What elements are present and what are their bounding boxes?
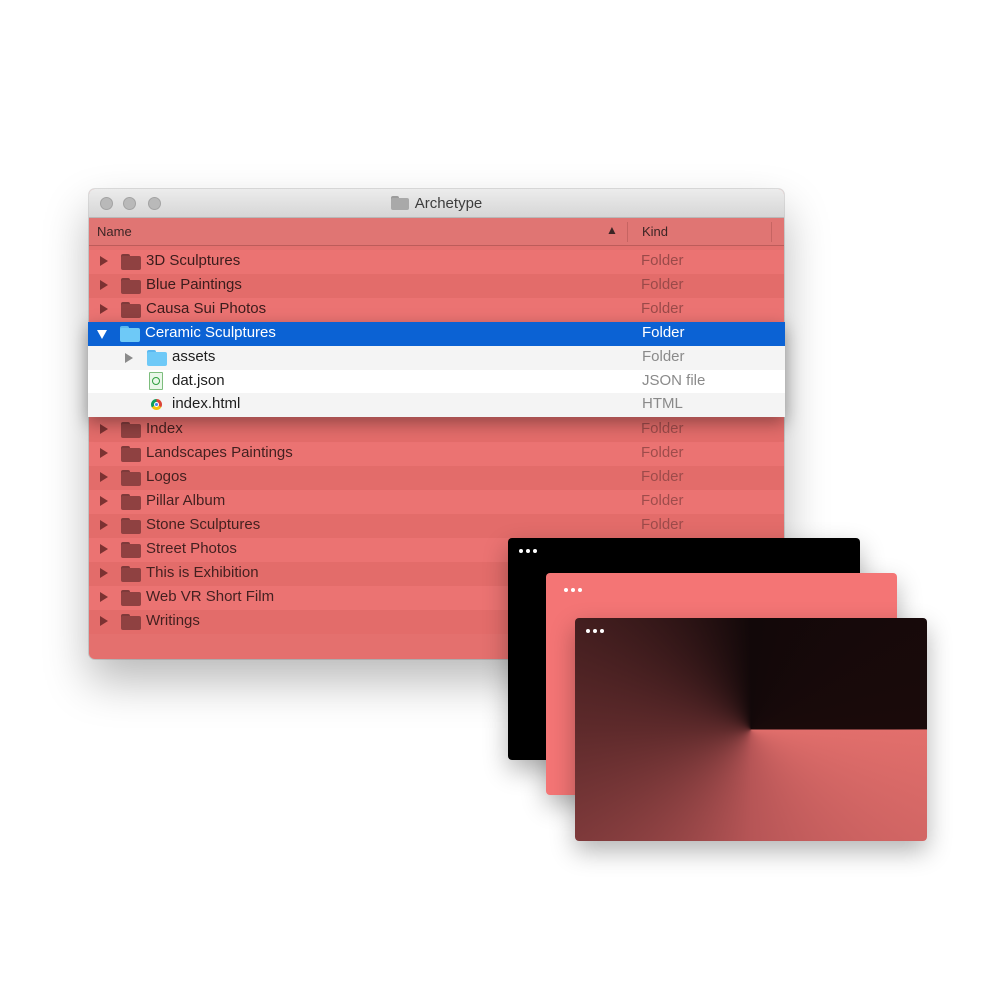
window-title: Archetype: [414, 194, 483, 212]
folder-icon: [121, 470, 141, 486]
expanded-folder-group: Ceramic Sculptures Folder assets Folder …: [88, 322, 785, 417]
list-item[interactable]: 3D Sculptures Folder: [89, 250, 784, 274]
item-name: Pillar Album: [146, 492, 226, 509]
folder-icon: [121, 422, 141, 438]
item-name: Stone Sculptures: [146, 516, 261, 533]
folder-icon: [121, 614, 141, 630]
list-item[interactable]: Pillar Album Folder: [89, 490, 784, 514]
disclosure-triangle-icon[interactable]: [100, 424, 108, 434]
folder-icon: [121, 566, 141, 582]
item-name: Landscapes Paintings: [146, 444, 293, 461]
item-kind: Folder: [641, 492, 684, 509]
disclosure-triangle-icon[interactable]: [100, 472, 108, 482]
column-header-kind[interactable]: Kind: [642, 224, 668, 239]
list-item-selected[interactable]: Ceramic Sculptures Folder: [88, 322, 785, 346]
item-kind: Folder: [642, 348, 685, 365]
sort-ascending-icon[interactable]: ▲: [606, 223, 618, 237]
item-name: Logos: [146, 468, 187, 485]
item-name: dat.json: [172, 371, 225, 389]
list-item[interactable]: Blue Paintings Folder: [89, 274, 784, 298]
folder-icon: [121, 278, 141, 294]
disclosure-triangle-icon[interactable]: [100, 544, 108, 554]
folder-icon: [121, 518, 141, 534]
disclosure-triangle-icon[interactable]: [100, 304, 108, 314]
item-kind: Folder: [642, 324, 685, 341]
folder-icon: [121, 590, 141, 606]
folder-icon: [121, 494, 141, 510]
item-kind: Folder: [641, 444, 684, 461]
disclosure-triangle-icon[interactable]: [100, 616, 108, 626]
list-item[interactable]: assets Folder: [88, 346, 785, 370]
column-header-name[interactable]: Name: [97, 224, 132, 239]
folder-icon: [121, 542, 141, 558]
disclosure-triangle-icon[interactable]: [100, 520, 108, 530]
disclosure-triangle-icon[interactable]: [125, 353, 133, 363]
folder-icon: [121, 446, 141, 462]
disclosure-triangle-icon[interactable]: [100, 280, 108, 290]
list-item[interactable]: dat.json JSON file: [88, 369, 785, 393]
item-name: Street Photos: [146, 540, 237, 557]
title-bar[interactable]: Archetype: [89, 189, 784, 218]
folder-icon: [147, 350, 167, 366]
folder-icon: [390, 196, 409, 210]
item-name: Writings: [146, 612, 200, 629]
column-header: Name ▲ Kind: [89, 218, 784, 246]
disclosure-triangle-icon[interactable]: [100, 592, 108, 602]
item-name: 3D Sculptures: [146, 252, 241, 269]
folder-icon: [121, 254, 141, 270]
item-name: index.html: [172, 395, 241, 412]
item-name: assets: [172, 348, 216, 365]
window-controls-dots-icon[interactable]: [519, 549, 537, 553]
list-item[interactable]: Landscapes Paintings Folder: [89, 442, 784, 466]
item-name: Web VR Short Film: [146, 588, 275, 605]
list-item[interactable]: Stone Sculptures Folder: [89, 514, 784, 538]
list-item[interactable]: Causa Sui Photos Folder: [89, 298, 784, 322]
item-kind: Folder: [641, 300, 684, 317]
disclosure-triangle-icon[interactable]: [100, 256, 108, 266]
item-kind: Folder: [641, 420, 684, 437]
disclosure-triangle-icon[interactable]: [100, 496, 108, 506]
chrome-html-icon: [151, 399, 162, 410]
column-divider[interactable]: [771, 222, 772, 242]
item-name: Causa Sui Photos: [146, 300, 267, 317]
item-name: This is Exhibition: [146, 564, 259, 581]
item-name: Blue Paintings: [146, 276, 242, 293]
window-controls-dots-icon[interactable]: [586, 629, 604, 633]
item-name: Ceramic Sculptures: [145, 324, 276, 341]
item-kind: Folder: [641, 468, 684, 485]
list-item[interactable]: index.html HTML: [88, 393, 785, 417]
disclosure-triangle-icon[interactable]: [100, 568, 108, 578]
item-kind: JSON file: [642, 371, 706, 389]
preview-window-gradient[interactable]: [575, 618, 927, 841]
folder-icon: [120, 326, 140, 342]
item-kind: Folder: [641, 516, 684, 533]
list-item[interactable]: Index Folder: [89, 418, 784, 442]
disclosure-triangle-icon[interactable]: [100, 448, 108, 458]
folder-icon: [121, 302, 141, 318]
item-name: Index: [146, 420, 183, 437]
window-controls-dots-icon[interactable]: [564, 588, 582, 592]
item-kind: HTML: [642, 395, 683, 412]
list-item[interactable]: Logos Folder: [89, 466, 784, 490]
json-file-icon: [149, 371, 163, 390]
item-kind: Folder: [641, 252, 684, 269]
item-kind: Folder: [641, 276, 684, 293]
column-divider[interactable]: [627, 222, 628, 242]
disclosure-triangle-expanded-icon[interactable]: [97, 330, 107, 339]
